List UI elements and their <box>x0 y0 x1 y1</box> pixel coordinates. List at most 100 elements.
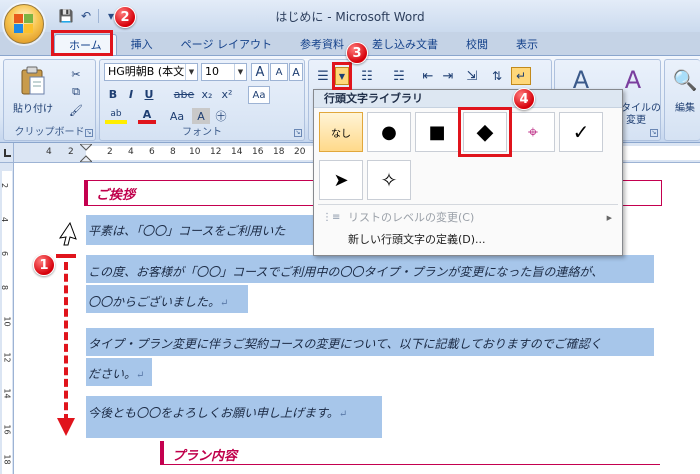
menu-divider <box>318 204 618 205</box>
grow-font-button[interactable]: A <box>251 63 269 81</box>
paragraph-line[interactable]: タイプ・プラン変更に伴うご契約コースの変更について、以下に記載しておりますのでご… <box>88 335 602 352</box>
paragraph-line-text: 今後とも〇〇をよろしくお願い申し上げます。 <box>88 406 339 420</box>
ruler-tick: 14 <box>231 147 243 157</box>
enclosed-char-icon[interactable]: ㊉ <box>212 108 230 124</box>
bullet-option-arrowhead[interactable]: ➤ <box>319 160 363 200</box>
subscript-button[interactable]: x₂ <box>198 86 216 102</box>
font-color-button[interactable]: A <box>138 108 156 124</box>
paragraph-line[interactable]: 今後とも〇〇をよろしくお願い申し上げます。↵ <box>88 404 347 421</box>
styles-launcher-icon[interactable]: ↘ <box>650 129 658 137</box>
clipboard-group: 貼り付け ✂ ⧉ 🖌 クリップボード ↘ <box>3 59 96 141</box>
bullet-option-none[interactable]: なし <box>319 112 363 152</box>
ruler-tick: 8 <box>0 284 10 291</box>
ruler-tick: 6 <box>0 250 10 257</box>
change-list-level-item[interactable]: ⋮≡ リストのレベルの変更(C) ▶ <box>314 208 622 228</box>
paste-button[interactable]: 貼り付け <box>7 100 59 115</box>
ruler-tick: 20 <box>294 147 306 157</box>
char-shading-icon[interactable]: A <box>192 108 210 124</box>
paragraph-line[interactable]: 〇〇からございました。↵ <box>88 293 228 310</box>
chevron-down-icon[interactable]: ▼ <box>234 64 246 80</box>
drag-start-marker <box>56 254 76 258</box>
numbering-button[interactable]: ☷ <box>353 67 381 85</box>
highlight-button[interactable]: ab <box>105 108 127 124</box>
ruler-tick: 12 <box>210 147 222 157</box>
define-new-bullet-label: 新しい行頭文字の定義(D)... <box>348 233 486 246</box>
sort-button[interactable]: ⇅ <box>487 67 507 85</box>
show-marks-button[interactable]: ↵ <box>511 67 531 85</box>
bullet-option-circle[interactable]: ● <box>367 112 411 152</box>
font-name-value: HG明朝B (本文 <box>108 65 185 78</box>
ruler-tick: 4 <box>46 147 52 157</box>
char-spacing-button[interactable]: ⇲ <box>461 67 483 85</box>
font-size-field[interactable]: 10 ▼ <box>201 63 247 81</box>
chevron-down-icon[interactable]: ▼ <box>185 64 197 80</box>
clear-format-button[interactable]: A <box>289 63 303 81</box>
heading-plan[interactable]: プラン内容 <box>172 445 237 464</box>
ruler-tick: 4 <box>0 216 10 223</box>
list-level-icon: ⋮≡ <box>322 212 341 223</box>
bullets-button[interactable]: ☰ <box>313 67 333 85</box>
step-badge-1: 1 <box>33 254 55 276</box>
clipboard-launcher-icon[interactable]: ↘ <box>85 129 93 137</box>
bullet-option-check[interactable]: ✓ <box>559 112 603 152</box>
editing-label[interactable]: 編集 <box>671 100 699 114</box>
font-group-label: フォント <box>182 127 222 138</box>
strikethrough-button[interactable]: abe <box>172 86 196 102</box>
font-name-field[interactable]: HG明朝B (本文 ▼ <box>104 63 198 81</box>
step-badge-4: 4 <box>513 88 535 110</box>
tab-page-layout[interactable]: ページ レイアウト <box>167 34 286 56</box>
highlight-diamond-bullet <box>458 107 512 157</box>
mouse-pointer-icon <box>58 222 77 246</box>
font-color-label: A <box>142 107 152 121</box>
heading-greeting[interactable]: ご挨拶 <box>96 184 135 203</box>
font-launcher-icon[interactable]: ↘ <box>294 129 302 137</box>
bullet-option-arrows[interactable]: ⌖ <box>511 112 555 152</box>
find-icon[interactable]: 🔍 <box>671 66 699 94</box>
vertical-ruler[interactable]: 2 4 6 8 10 12 14 16 18 <box>0 163 14 474</box>
paragraph-mark: ↵ <box>338 409 348 420</box>
tab-view[interactable]: 表示 <box>502 34 552 56</box>
tab-mailings[interactable]: 差し込み文書 <box>358 34 452 56</box>
ruler-tick: 16 <box>252 147 264 157</box>
ruler-tab-selector[interactable] <box>0 143 14 163</box>
highlight-bullets-dropdown <box>332 62 352 90</box>
submenu-arrow-icon: ▶ <box>606 214 612 222</box>
ruler-tick: 18 <box>273 147 285 157</box>
italic-button[interactable]: I <box>123 86 139 102</box>
paragraph-line[interactable]: 平素は、「〇〇」コースをご利用いた <box>88 222 285 239</box>
window-title: はじめに - Microsoft Word <box>275 10 425 24</box>
indent-marker-icon[interactable] <box>80 144 92 162</box>
paragraph-line[interactable]: ださい。↵ <box>88 365 144 382</box>
office-logo-icon <box>14 14 34 34</box>
paste-icon[interactable] <box>18 66 48 96</box>
change-styles-icon[interactable]: A <box>619 66 647 94</box>
paragraph-line[interactable]: この度、お客様が「〇〇」コースでご利用中の〇〇タイプ・プランが変更になった旨の連… <box>88 263 603 280</box>
font-size-char-icon[interactable]: Aa <box>166 108 188 124</box>
bold-button[interactable]: B <box>105 86 121 102</box>
define-new-bullet-item[interactable]: 新しい行頭文字の定義(D)... <box>314 230 622 250</box>
title-bar: 💾 ↶ ▾ はじめに - Microsoft Word <box>0 0 700 32</box>
bullet-option-square[interactable]: ■ <box>415 112 459 152</box>
increase-indent-button[interactable]: ⇥ <box>439 67 457 85</box>
ruler-tick: 4 <box>128 147 134 157</box>
cut-icon[interactable]: ✂ <box>68 66 84 82</box>
multilevel-list-button[interactable]: ☵ <box>385 67 413 85</box>
office-button[interactable] <box>4 4 44 44</box>
drag-arrow-head-icon <box>57 418 75 436</box>
clipboard-group-label: クリップボード <box>14 127 85 138</box>
superscript-button[interactable]: x² <box>218 86 236 102</box>
underline-button[interactable]: U <box>141 86 157 102</box>
paragraph-line-text: ださい。 <box>88 367 137 381</box>
editing-group: 🔍 編集 <box>664 59 700 141</box>
tab-insert[interactable]: 挿入 <box>117 34 167 56</box>
bullet-option-star[interactable]: ✧ <box>367 160 411 200</box>
font-size-value: 10 <box>205 65 219 78</box>
tab-review[interactable]: 校閲 <box>452 34 502 56</box>
phonetic-guide-button[interactable]: Aa <box>248 86 270 104</box>
copy-icon[interactable]: ⧉ <box>68 84 84 100</box>
format-painter-icon[interactable]: 🖌 <box>68 102 84 118</box>
ruler-tick: 10 <box>2 316 12 327</box>
shrink-font-button[interactable]: A <box>270 63 288 81</box>
drag-path-line <box>64 262 68 422</box>
decrease-indent-button[interactable]: ⇤ <box>419 67 437 85</box>
